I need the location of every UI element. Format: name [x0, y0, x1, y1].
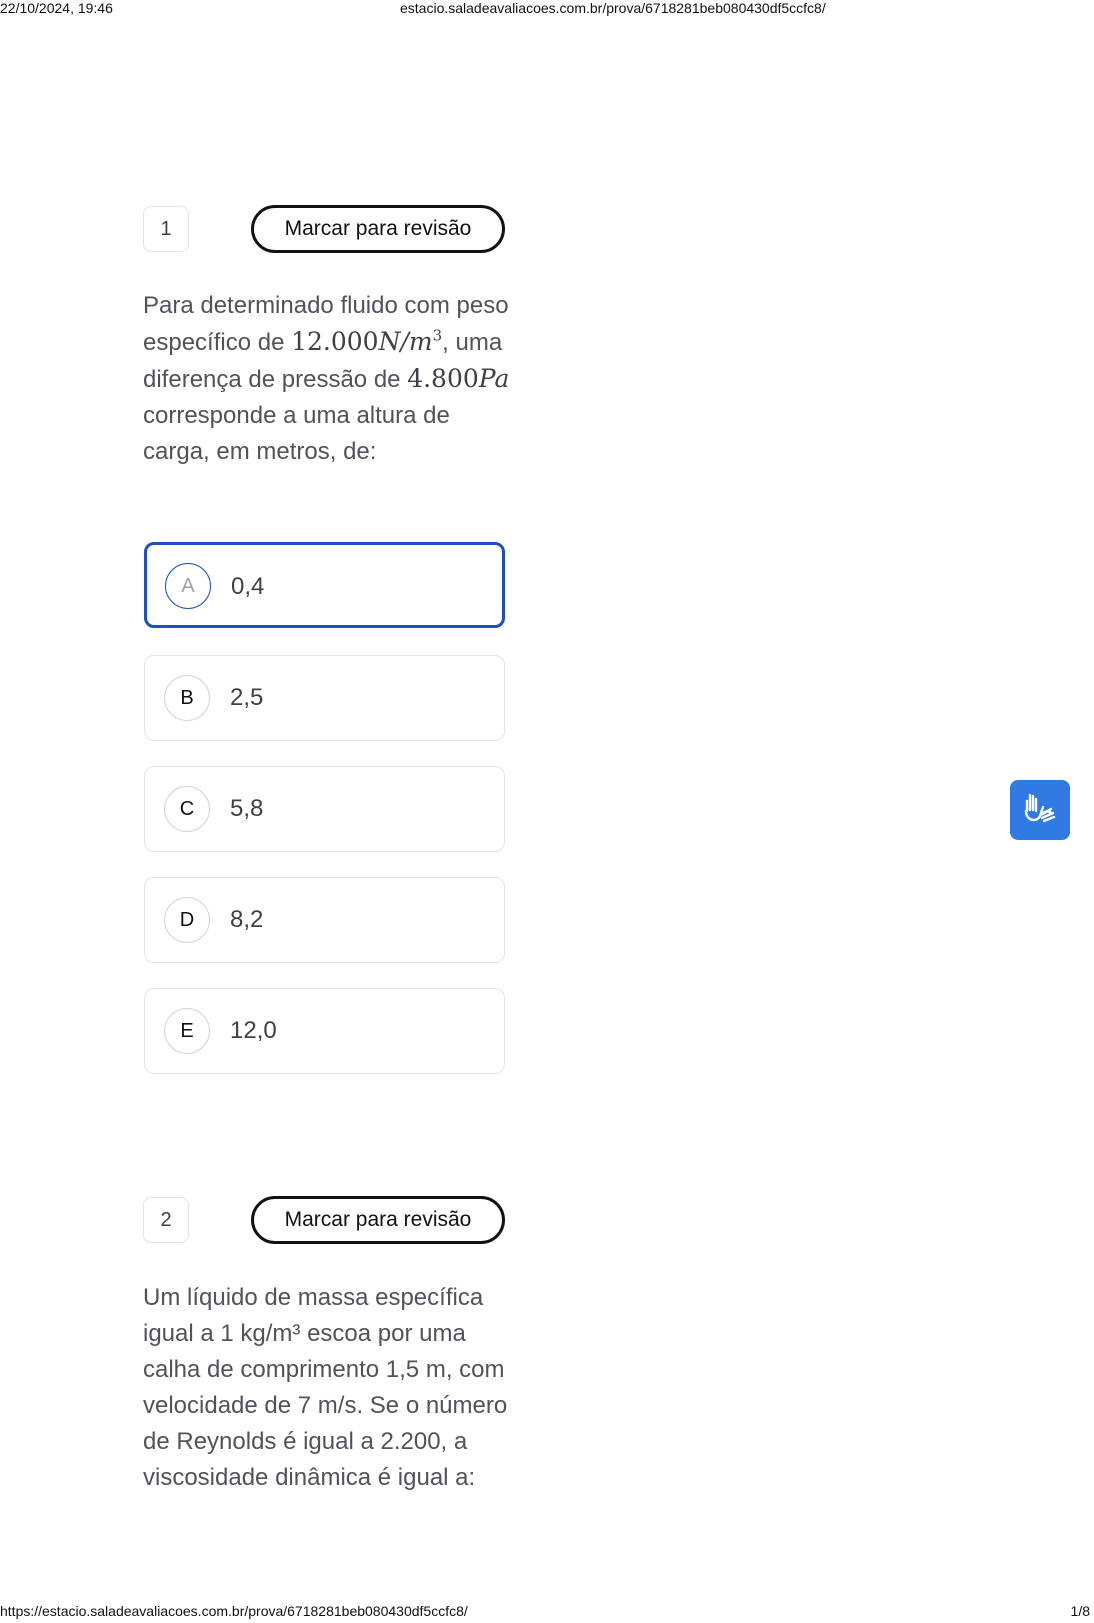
question-number: 2 — [143, 1197, 189, 1243]
question-text-part: corresponde a uma altura de carga, em me… — [143, 402, 450, 465]
question-2-header: 2 Marcar para revisão — [143, 1196, 505, 1244]
question-number: 1 — [143, 206, 189, 252]
option-value: 0,4 — [231, 572, 265, 600]
specific-weight-unit: N/m — [378, 327, 433, 356]
option-e[interactable]: E 12,0 — [144, 988, 505, 1074]
option-letter: D — [164, 897, 210, 943]
question-2-text: Um líquido de massa específica igual a 1… — [143, 1284, 508, 1491]
option-value: 8,2 — [230, 905, 264, 933]
print-page-title: estacio.saladeavaliacoes.com.br/prova/67… — [400, 0, 826, 16]
pressure-value: 4.800 — [407, 364, 479, 393]
mark-for-review-button[interactable]: Marcar para revisão — [251, 1196, 505, 1244]
option-d[interactable]: D 8,2 — [144, 877, 505, 963]
option-b[interactable]: B 2,5 — [144, 655, 505, 741]
option-value: 2,5 — [230, 683, 264, 711]
option-letter: A — [165, 563, 211, 609]
mark-for-review-button[interactable]: Marcar para revisão — [251, 205, 505, 253]
option-letter: C — [164, 786, 210, 832]
question-1-header: 1 Marcar para revisão — [143, 205, 505, 253]
question-1-text: Para determinado fluido com peso específ… — [143, 288, 513, 470]
specific-weight-value: 12.000 — [291, 327, 379, 356]
pressure-math: 4.800Pa — [407, 364, 509, 393]
option-value: 12,0 — [230, 1016, 277, 1044]
option-c[interactable]: C 5,8 — [144, 766, 505, 852]
unit-exponent: 3 — [432, 326, 443, 345]
sign-language-hands-icon — [1021, 789, 1059, 832]
specific-weight-math: 12.000N/m3 — [291, 327, 442, 356]
option-a[interactable]: A 0,4 — [144, 542, 505, 628]
option-letter: B — [164, 675, 210, 721]
print-url: https://estacio.saladeavaliacoes.com.br/… — [0, 1603, 468, 1619]
pressure-unit: Pa — [478, 364, 510, 393]
option-letter: E — [164, 1008, 210, 1054]
print-header: 22/10/2024, 19:46 estacio.saladeavaliaco… — [0, 0, 1094, 18]
print-datetime: 22/10/2024, 19:46 — [0, 0, 113, 16]
option-value: 5,8 — [230, 794, 264, 822]
print-page-number: 1/8 — [1070, 1603, 1090, 1619]
print-footer: https://estacio.saladeavaliacoes.com.br/… — [0, 1603, 1094, 1621]
sign-language-button[interactable] — [1010, 780, 1070, 840]
